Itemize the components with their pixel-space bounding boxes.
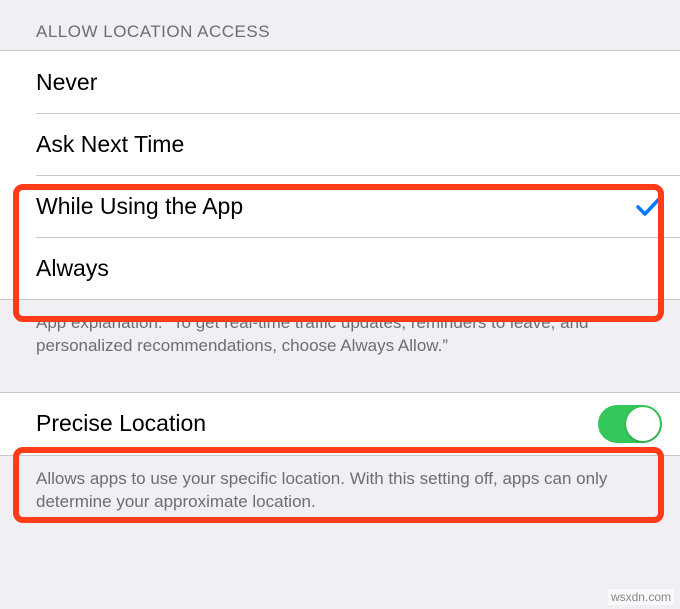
toggle-knob: [626, 407, 660, 441]
watermark: wsxdn.com: [608, 589, 674, 605]
precise-location-toggle[interactable]: [598, 405, 662, 443]
option-label: Ask Next Time: [36, 131, 184, 158]
option-label: Always: [36, 255, 109, 282]
option-label: Never: [36, 69, 97, 96]
option-never[interactable]: Never: [0, 51, 680, 113]
precise-location-label: Precise Location: [36, 410, 206, 437]
app-explanation-text: App explanation: “To get real-time traff…: [0, 300, 680, 358]
precise-location-group: Precise Location: [0, 392, 680, 456]
option-ask-next-time[interactable]: Ask Next Time: [0, 113, 680, 175]
checkmark-icon: [636, 195, 662, 217]
precise-location-footer: Allows apps to use your specific locatio…: [0, 456, 680, 514]
location-options-group: Never Ask Next Time While Using the App …: [0, 50, 680, 300]
precise-location-row[interactable]: Precise Location: [0, 393, 680, 455]
section-header-location: Allow Location Access: [0, 0, 680, 50]
option-while-using[interactable]: While Using the App: [0, 175, 680, 237]
option-always[interactable]: Always: [0, 237, 680, 299]
option-label: While Using the App: [36, 193, 243, 220]
